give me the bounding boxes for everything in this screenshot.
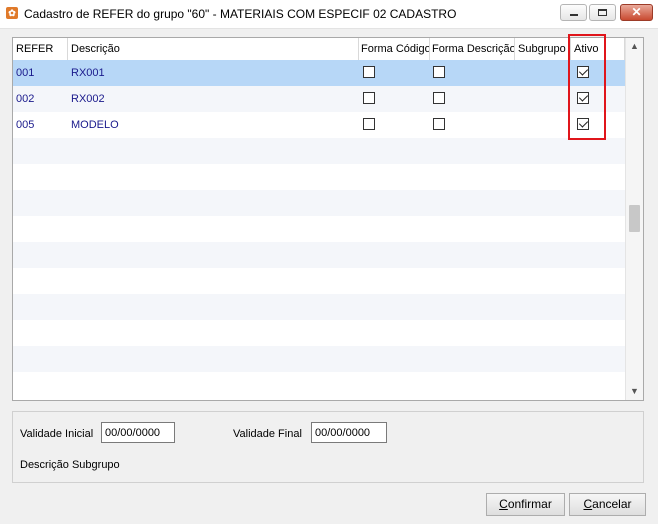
empty-row[interactable] [13,320,627,346]
scroll-up-icon[interactable]: ▲ [626,38,643,55]
app-icon: ✿ [6,7,18,19]
grid-rows: 001 RX001 002 RX002 005 MODELO [13,60,627,398]
grid-header: REFER Descrição Forma Código Forma Descr… [13,38,627,61]
refer-cell: 005 [16,119,35,131]
table-row[interactable]: 002 RX002 [13,86,627,112]
validade-final-field[interactable] [311,422,387,443]
cancelar-mnemonic: C [583,497,593,511]
window-title: Cadastro de REFER do grupo "60" - MATERI… [24,7,457,21]
ativo-checkbox[interactable] [577,92,589,104]
column-header-ativo[interactable]: Ativo [574,38,614,60]
confirmar-button[interactable]: Confirmar [486,493,565,516]
close-icon: ✕ [631,5,642,19]
column-header-forma-descricao[interactable]: Forma Descrição [432,38,514,60]
empty-row[interactable] [13,164,627,190]
cancelar-button[interactable]: Cancelar [569,493,646,516]
filter-panel: Validade Inicial Validade Final Descriçã… [12,411,644,483]
refer-cell: 001 [16,67,35,79]
ativo-checkbox[interactable] [577,66,589,78]
forma-codigo-checkbox[interactable] [363,92,375,104]
cancelar-label: ancelar [592,497,632,511]
column-header-refer[interactable]: REFER [16,38,66,60]
scroll-thumb[interactable] [629,205,640,232]
empty-row[interactable] [13,190,627,216]
forma-descricao-checkbox[interactable] [433,92,445,104]
refer-cell: 002 [16,93,35,105]
forma-codigo-checkbox[interactable] [363,118,375,130]
validade-inicial-field[interactable] [101,422,175,443]
validade-inicial-label: Validade Inicial [20,428,94,440]
refer-grid[interactable]: REFER Descrição Forma Código Forma Descr… [12,37,644,401]
forma-descricao-checkbox[interactable] [433,66,445,78]
forma-codigo-checkbox[interactable] [363,66,375,78]
confirmar-label: onfirmar [507,497,552,511]
empty-row[interactable] [13,346,627,372]
empty-row[interactable] [13,294,627,320]
minimize-button[interactable] [560,4,587,21]
descricao-subgrupo-label: Descrição Subgrupo [20,459,120,471]
descricao-cell: RX001 [71,67,105,79]
maximize-button[interactable] [589,4,616,21]
column-header-forma-codigo[interactable]: Forma Código [361,38,429,60]
close-button[interactable]: ✕ [620,4,653,21]
confirmar-mnemonic: C [499,497,508,511]
minimize-icon [570,14,578,16]
forma-descricao-checkbox[interactable] [433,118,445,130]
validade-final-label: Validade Final [233,428,302,440]
maximize-icon [598,9,607,16]
column-header-descricao[interactable]: Descrição [71,38,351,60]
empty-row[interactable] [13,268,627,294]
table-row[interactable]: 005 MODELO [13,112,627,138]
empty-row[interactable] [13,242,627,268]
scroll-down-icon[interactable]: ▼ [626,383,643,400]
descricao-cell: MODELO [71,119,119,131]
empty-row[interactable] [13,216,627,242]
empty-row[interactable] [13,372,627,398]
empty-row[interactable] [13,138,627,164]
column-header-subgrupo[interactable]: Subgrupo [518,38,570,60]
vertical-scrollbar[interactable]: ▲ ▼ [625,38,643,400]
descricao-cell: RX002 [71,93,105,105]
title-bar: ✿ Cadastro de REFER do grupo "60" - MATE… [0,0,658,29]
table-row[interactable]: 001 RX001 [13,60,627,86]
ativo-checkbox[interactable] [577,118,589,130]
